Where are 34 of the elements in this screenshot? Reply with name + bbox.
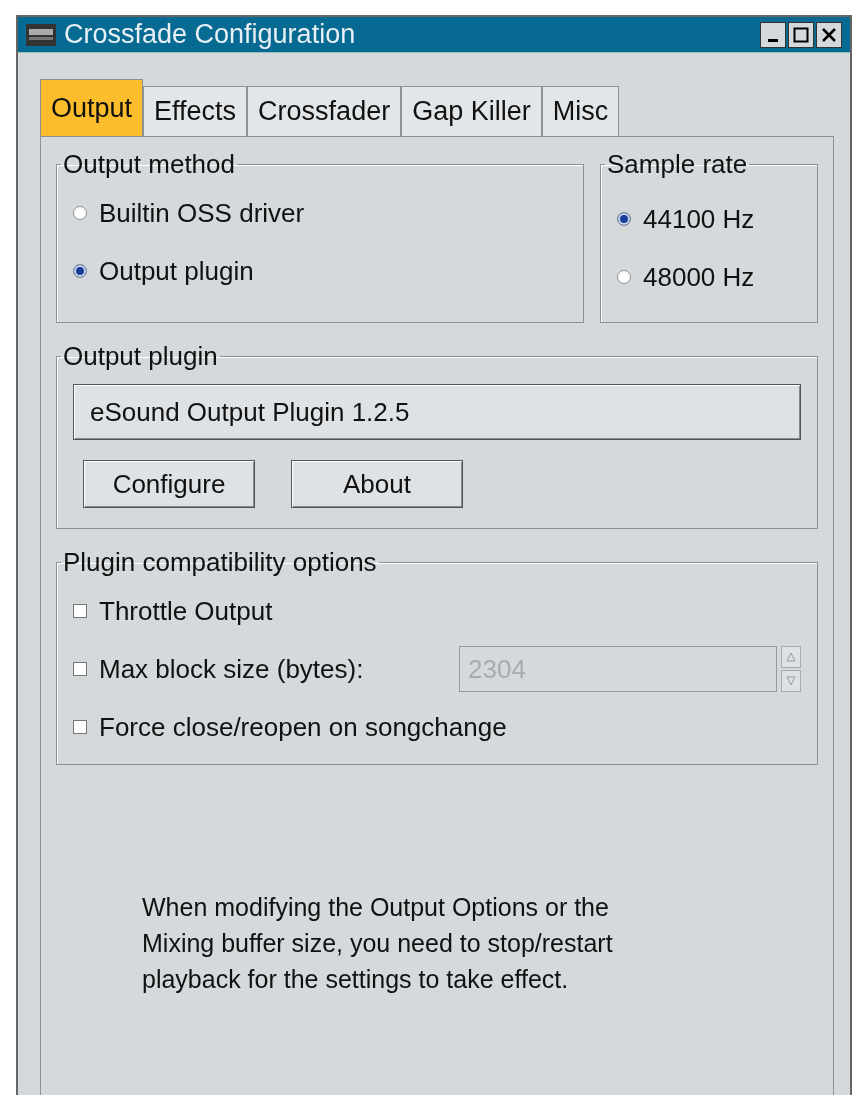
tab[interactable]: Gap Killer [401,86,542,136]
window-title: Crossfade Configuration [64,18,357,52]
dialog-button[interactable]: About [291,460,463,508]
radio-button[interactable] [617,270,631,284]
tab[interactable]: Misc [541,86,620,136]
minimize-button[interactable] [760,21,786,48]
radio-label: Builtin OSS driver [99,196,305,230]
dialog-button[interactable]: Configure [83,460,255,508]
group-title: Output plugin [62,340,219,373]
checkbox-label: Max block size (bytes): [99,652,364,686]
checkbox[interactable] [73,720,87,734]
close-icon [820,25,838,44]
radio-button[interactable] [73,264,87,278]
radio-label: Output plugin [99,254,254,288]
maximize-button[interactable] [788,21,814,48]
tab[interactable]: Output [40,79,144,136]
group-title: Plugin compatibility options [62,546,378,579]
checkbox-label: Force close/reopen on songchange [99,710,507,744]
radio-label: 48000 Hz [643,260,755,294]
checkbox[interactable] [73,604,87,618]
minimize-icon [768,39,778,42]
radio-button[interactable] [617,212,631,226]
tab[interactable]: Crossfader [247,86,402,136]
close-button[interactable] [816,21,842,48]
radio-button[interactable] [73,206,87,220]
tab[interactable]: Effects [143,86,248,136]
group-title: Output method [62,148,236,181]
checkbox-label: Throttle Output [99,594,273,628]
app-icon [26,23,56,46]
note-text: When modifying the Output Options or the Mixing buffer size, you need to stop/restart playback for the settings to take effect. [142,892,614,995]
radio-label: 44100 Hz [643,202,755,236]
group-title: Sample rate [606,148,749,181]
plugin-select[interactable]: eSound Output Plugin 1.2.5 [73,384,801,440]
maximize-icon [792,25,810,44]
